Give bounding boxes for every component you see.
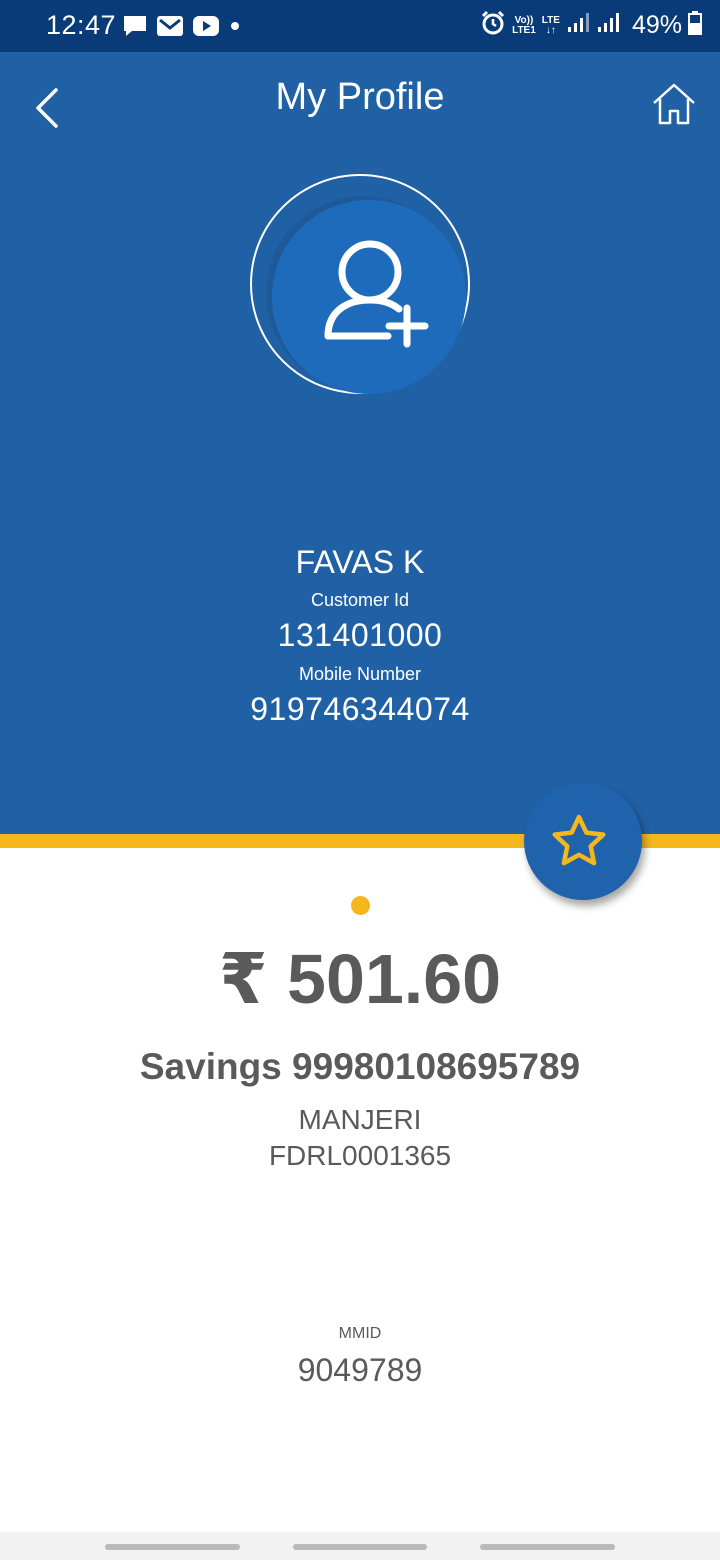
data-arrows-icon: ↓↑ (545, 24, 556, 36)
avatar[interactable] (250, 174, 470, 394)
network-vo-lte: Vo)) LTE1 (512, 14, 536, 36)
dot-icon (228, 15, 242, 42)
home-icon (653, 83, 695, 125)
notification-icons (122, 14, 242, 43)
profile-header: My Profile FAVAS K Customer Id 131401000… (0, 52, 720, 834)
network-vo-label: Vo)) (514, 14, 534, 26)
star-icon (552, 814, 606, 866)
mobile-number-value: 919746344074 (250, 691, 470, 727)
nav-pill-center[interactable] (293, 1544, 427, 1550)
system-icons: Vo)) LTE1 LTE ↓↑ 49% (480, 10, 702, 41)
network-lte: LTE ↓↑ (541, 14, 560, 36)
account-balance: ₹ 501.60 (218, 940, 502, 1018)
network-lte1-label: LTE1 (512, 24, 536, 36)
chat-icon (122, 14, 148, 43)
status-time: 12:47 (46, 10, 117, 40)
battery-icon (688, 11, 702, 40)
gmail-icon (156, 15, 184, 42)
signal-icon (596, 12, 620, 39)
mmid-value: 9049789 (297, 1352, 423, 1388)
add-user-icon (324, 240, 429, 348)
youtube-icon (192, 15, 220, 42)
home-button[interactable] (650, 80, 698, 128)
customer-id-value: 131401000 (277, 617, 443, 653)
profile-info: FAVAS K Customer Id 131401000 Mobile Num… (0, 542, 720, 730)
ifsc-code: FDRL0001365 (268, 1140, 452, 1171)
account-type-number: Savings 99980108695789 (139, 1046, 581, 1087)
alarm-icon (480, 10, 506, 41)
battery-percent: 49% (631, 11, 682, 39)
nav-pill-right[interactable] (480, 1544, 615, 1550)
mobile-number-label: Mobile Number (298, 664, 422, 684)
nav-pill-left[interactable] (105, 1544, 240, 1550)
status-bar: 12:47 Vo)) LTE1 LTE ↓↑ 49% (0, 0, 720, 52)
mmid-label: MMID (338, 1325, 382, 1342)
gesture-nav-bar (0, 1532, 720, 1560)
branch-name: MANJERI (298, 1104, 422, 1135)
signal-icon (566, 12, 590, 39)
customer-id-label: Customer Id (310, 590, 410, 610)
favorite-button[interactable] (524, 782, 642, 900)
page-title: My Profile (275, 76, 445, 118)
page-indicator-dot (351, 896, 370, 915)
network-lte-label: LTE (541, 14, 560, 26)
customer-name: FAVAS K (295, 544, 425, 580)
